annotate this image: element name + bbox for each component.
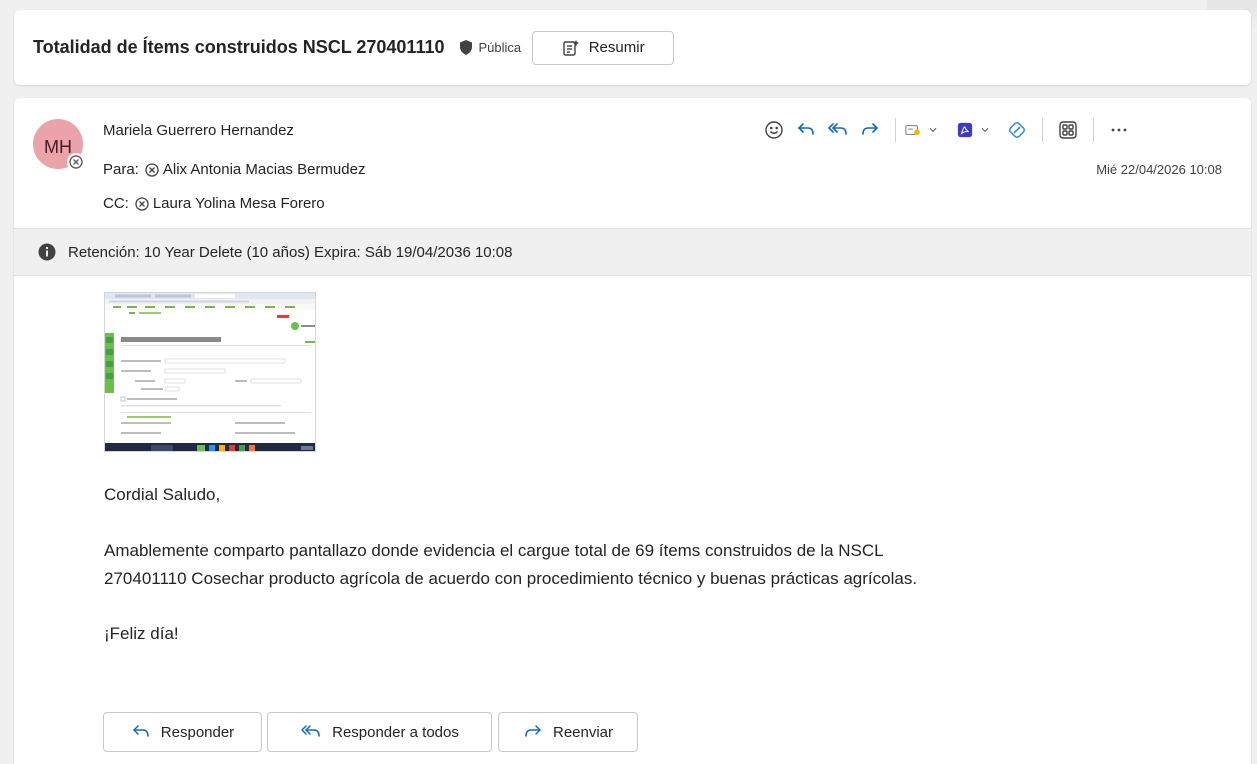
toolbar-divider: [1093, 118, 1094, 142]
summarize-button[interactable]: Resumir: [532, 30, 675, 65]
to-line: Para: Alix Antonia Macias Bermudez: [103, 161, 365, 178]
cc-line: CC: Laura Yolina Mesa Forero: [103, 195, 325, 212]
avatar-initials: MH: [44, 136, 72, 157]
reply-all-icon[interactable]: [822, 116, 854, 144]
forward-label: Reenviar: [552, 723, 614, 741]
recipient-status-icon: [145, 162, 159, 177]
emoji-icon[interactable]: [758, 116, 790, 144]
presence-offline-icon: [67, 153, 85, 171]
more-icon[interactable]: [1103, 116, 1135, 144]
sender-name[interactable]: Mariela Guerrero Hernandez: [103, 122, 294, 139]
shield-icon: [459, 40, 472, 55]
embedded-screenshot-image[interactable]: [104, 292, 316, 452]
retention-bar: Retención: 10 Year Delete (10 años) Expi…: [14, 228, 1251, 276]
to-recipient[interactable]: Alix Antonia Macias Bermudez: [163, 161, 366, 178]
summarize-label: Resumir: [588, 39, 645, 56]
reply-icon: [133, 725, 149, 737]
reply-all-button[interactable]: Responder a todos: [267, 712, 492, 752]
body-line-2: 270401110 Cosechar producto agrícola de …: [104, 569, 918, 588]
reply-button[interactable]: Responder: [103, 712, 262, 752]
reply-all-label: Responder a todos: [332, 723, 459, 741]
cc-label: CC:: [103, 195, 129, 212]
sensitivity-label[interactable]: Pública: [459, 40, 522, 55]
reply-all-icon: [301, 725, 320, 737]
pdf-icon: [957, 122, 973, 138]
chevron-down-icon: [981, 127, 989, 133]
reply-label: Responder: [160, 723, 235, 741]
immersive-reader-icon[interactable]: [1052, 116, 1084, 144]
forward-icon: [525, 725, 541, 737]
toolbar-divider: [895, 118, 896, 142]
chevron-down-icon: [929, 127, 937, 133]
apps-icon: [905, 124, 920, 136]
summarize-icon: [563, 39, 579, 56]
pdf-dropdown[interactable]: [957, 116, 989, 144]
info-icon: [38, 243, 56, 261]
recipient-status-icon: [135, 196, 149, 211]
loop-icon[interactable]: [1001, 116, 1033, 144]
cc-recipient[interactable]: Laura Yolina Mesa Forero: [153, 195, 325, 212]
retention-text: Retención: 10 Year Delete (10 años) Expi…: [68, 243, 513, 261]
forward-button[interactable]: Reenviar: [498, 712, 638, 752]
message-toolbar: [758, 116, 1135, 144]
forward-icon[interactable]: [854, 116, 886, 144]
apps-dropdown[interactable]: [905, 116, 937, 144]
toolbar-divider: [1042, 118, 1043, 142]
message-date: Mié 22/04/2026 10:08: [1096, 162, 1222, 177]
body-greeting: Cordial Saludo,: [104, 485, 221, 504]
sensitivity-text: Pública: [478, 40, 522, 55]
body-line-1: Amablemente comparto pantallazo donde ev…: [104, 541, 884, 560]
message-card: MH Mariela Guerrero Hernandez Para: Alix…: [14, 98, 1251, 764]
to-label: Para:: [103, 161, 139, 178]
body-closing: ¡Feliz día!: [104, 624, 179, 643]
reply-icon[interactable]: [790, 116, 822, 144]
subject-header: Totalidad de Ítems construidos NSCL 2704…: [14, 10, 1251, 85]
subject-title: Totalidad de Ítems construidos NSCL 2704…: [33, 37, 445, 57]
